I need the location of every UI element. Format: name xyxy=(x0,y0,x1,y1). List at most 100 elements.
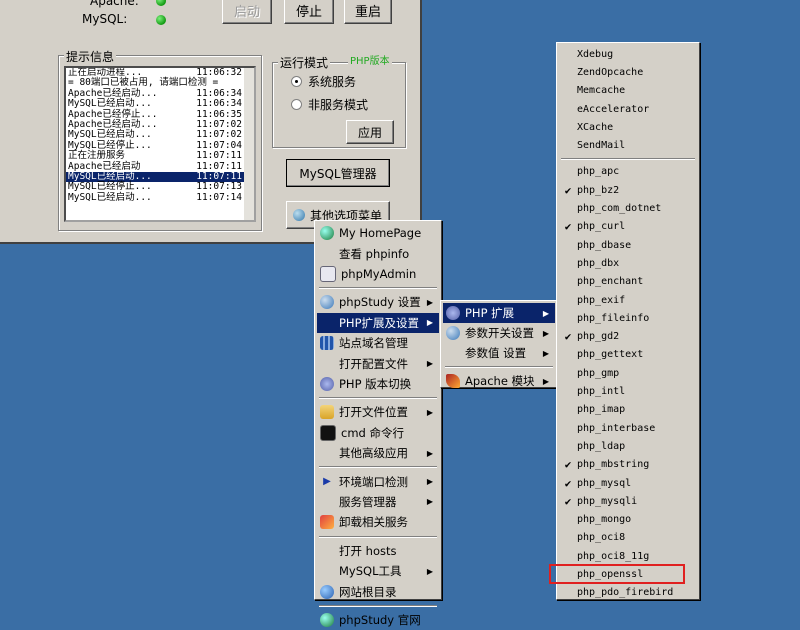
extension-menu-item[interactable]: php_gettext xyxy=(559,346,697,364)
log-line[interactable]: MySQL已经启动... 11:07:14 xyxy=(66,191,254,203)
extension-menu-item[interactable]: ✔ php_mbstring xyxy=(559,456,697,474)
blank-icon xyxy=(320,495,334,509)
extension-name: eAccelerator xyxy=(577,103,650,115)
extension-menu-item[interactable]: php_mongo xyxy=(559,511,697,529)
extension-menu-item[interactable]: php_oci8 xyxy=(559,529,697,547)
extension-name: php_imap xyxy=(577,404,626,416)
checkmark-icon: ✔ xyxy=(564,476,572,490)
menu-item[interactable]: 卸载相关服务 xyxy=(317,512,439,532)
extension-menu-item[interactable]: ✔ php_bz2 xyxy=(559,181,697,199)
mysql-status-indicator xyxy=(156,15,166,25)
menu-item-label: phpStudy 官网 xyxy=(339,612,421,627)
extension-menu-item[interactable]: php_com_dotnet xyxy=(559,199,697,217)
menu-item[interactable]: 参数开关设置 ▶ xyxy=(443,323,555,343)
extension-menu-item[interactable]: Memcache xyxy=(559,82,697,100)
menu-item[interactable]: phpStudy 设置 ▶ xyxy=(317,292,439,312)
extension-menu-item[interactable]: php_enchant xyxy=(559,273,697,291)
context-menu-main: My HomePage 查看 phpinfo phpMyAdmin phpStudy … xyxy=(314,220,442,627)
extension-name: php_com_dotnet xyxy=(577,203,662,215)
extension-menu-item[interactable]: ✔ php_mysqli xyxy=(559,492,697,510)
extension-menu-item[interactable]: php_interbase xyxy=(559,419,697,437)
restart-button[interactable]: 重启 xyxy=(344,0,392,24)
menu-item[interactable]: ▶ 环境端口检测 ▶ xyxy=(317,471,439,491)
extension-menu-item[interactable]: ✔ php_curl xyxy=(559,218,697,236)
phpstudy-main-window: Apache: MySQL: 启动 停止 重启 提示信息 正在启动进程... 11… xyxy=(0,0,422,244)
extension-menu-item[interactable]: php_ldap xyxy=(559,437,697,455)
menu-item[interactable]: MySQL工具 ▶ xyxy=(317,561,439,581)
menu-item[interactable]: 打开配置文件 ▶ xyxy=(317,353,439,373)
non-service-radio[interactable] xyxy=(291,99,302,110)
extension-menu-item[interactable]: php_imap xyxy=(559,401,697,419)
extension-menu-item[interactable]: XCache xyxy=(559,118,697,136)
menu-item[interactable]: 服务管理器 ▶ xyxy=(317,492,439,512)
menu-item[interactable]: Apache 模块 ▶ xyxy=(443,371,555,391)
stop-button[interactable]: 停止 xyxy=(284,0,334,24)
mysql-manager-button[interactable]: MySQL管理器 xyxy=(286,159,390,187)
extension-menu-item[interactable]: SendMail xyxy=(559,137,697,155)
submenu-arrow-icon: ▶ xyxy=(426,407,434,417)
extension-name: php_pdo_firebird xyxy=(577,587,674,599)
menu-item[interactable]: 网站根目录 xyxy=(317,581,439,601)
menu-item[interactable]: 其他高级应用 ▶ xyxy=(317,443,439,463)
extension-name: php_mysql xyxy=(577,477,632,489)
blank-icon xyxy=(320,544,334,558)
extension-menu-item[interactable]: php_intl xyxy=(559,382,697,400)
menu-item[interactable]: 打开文件位置 ▶ xyxy=(317,402,439,422)
menu-item-label: PHP扩展及设置 xyxy=(339,315,420,330)
extension-name: php_interbase xyxy=(577,422,656,434)
menu-item-label: phpMyAdmin xyxy=(341,266,417,281)
menu-item-label: 参数开关设置 xyxy=(465,326,534,340)
log-line-text: MySQL已经启动... xyxy=(68,191,152,203)
extension-name: php_enchant xyxy=(577,276,644,288)
extension-menu-item[interactable]: php_exif xyxy=(559,291,697,309)
menu-item[interactable]: 查看 phpinfo xyxy=(317,243,439,263)
submenu-arrow-icon: ▶ xyxy=(542,308,550,318)
gear-icon xyxy=(293,209,305,221)
system-service-radio[interactable] xyxy=(291,76,302,87)
menu-item-label: 站点域名管理 xyxy=(339,336,408,351)
log-line-time: 11:07:14 xyxy=(196,191,242,203)
log-group-title: 提示信息 xyxy=(64,48,117,65)
log-line[interactable]: 正在注册服务 11:07:11 xyxy=(66,150,254,161)
menu-item[interactable]: 打开 hosts xyxy=(317,541,439,561)
extension-menu-item[interactable]: eAccelerator xyxy=(559,100,697,118)
extension-name: php_intl xyxy=(577,386,626,398)
extension-menu-item[interactable]: ✔ php_mysql xyxy=(559,474,697,492)
php-version-link[interactable]: PHP版本 xyxy=(348,52,392,67)
menu-separator xyxy=(445,366,553,368)
menu-item[interactable]: PHP扩展及设置 ▶ xyxy=(317,312,439,333)
extension-menu-item[interactable]: php_gmp xyxy=(559,364,697,382)
extension-name: php_curl xyxy=(577,221,626,233)
menu-item-label: My HomePage xyxy=(339,226,422,241)
extension-menu-item[interactable]: ZendOpcache xyxy=(559,63,697,81)
extension-name: SendMail xyxy=(577,140,626,152)
extension-name: XCache xyxy=(577,121,614,133)
menu-item[interactable]: 站点域名管理 xyxy=(317,333,439,353)
menu-item[interactable]: cmd 命令行 xyxy=(317,423,439,443)
log-line[interactable]: MySQL已经启动... 11:06:34 xyxy=(66,98,254,110)
menu-item[interactable]: My HomePage xyxy=(317,223,439,243)
menu-item[interactable]: 参数值 设置 ▶ xyxy=(443,343,555,363)
menu-item-label: 打开文件位置 xyxy=(339,405,408,420)
extension-menu-item[interactable]: php_dbase xyxy=(559,236,697,254)
submenu-arrow-icon: ▶ xyxy=(542,376,550,386)
menu-item[interactable]: phpMyAdmin xyxy=(317,264,439,284)
menu-item[interactable]: phpStudy 官网 xyxy=(317,610,439,630)
start-button[interactable]: 启动 xyxy=(222,0,272,24)
extension-menu-item[interactable]: php_oci8_11g xyxy=(559,547,697,565)
extension-menu-item[interactable]: ✔ php_gd2 xyxy=(559,328,697,346)
checkmark-icon: ✔ xyxy=(564,220,572,234)
apply-button[interactable]: 应用 xyxy=(346,120,394,144)
php-icon xyxy=(446,306,460,320)
extension-menu-item[interactable]: php_dbx xyxy=(559,254,697,272)
log-line-time: 11:06:34 xyxy=(196,98,242,110)
extension-menu-item[interactable]: php_fileinfo xyxy=(559,309,697,327)
extension-menu-item[interactable]: php_pdo_firebird xyxy=(559,584,697,602)
menu-item[interactable]: PHP 版本切换 xyxy=(317,374,439,394)
log-list[interactable]: 正在启动进程... 11:06:32 = 80端口已被占用, 请端口检测 = Apac… xyxy=(64,66,256,222)
extension-menu-item[interactable]: Xdebug xyxy=(559,45,697,63)
extension-name: php_exif xyxy=(577,294,626,306)
log-scrollbar[interactable] xyxy=(244,68,254,220)
menu-item[interactable]: PHP 扩展 ▶ xyxy=(443,303,555,323)
extension-menu-item[interactable]: php_apc xyxy=(559,163,697,181)
